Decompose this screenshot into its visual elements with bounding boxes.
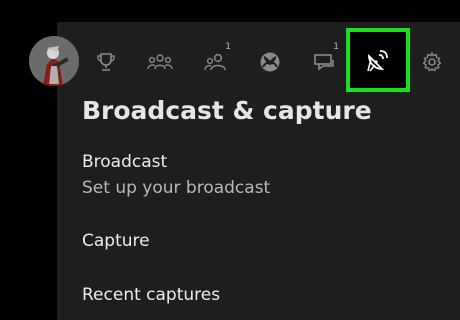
tab-achievements[interactable] bbox=[90, 44, 122, 80]
menu-item-broadcast[interactable]: Broadcast bbox=[82, 152, 167, 172]
avatar-image bbox=[29, 36, 79, 86]
page-title: Broadcast & capture bbox=[82, 96, 372, 125]
tab-broadcast-capture[interactable] bbox=[346, 28, 410, 92]
menu-item-recent-captures[interactable]: Recent captures bbox=[82, 285, 220, 305]
gear-icon bbox=[422, 52, 442, 72]
tab-parties[interactable] bbox=[144, 44, 176, 80]
friends-badge: 1 bbox=[225, 42, 231, 52]
xbox-icon bbox=[260, 52, 280, 72]
messages-badge: 1 bbox=[333, 42, 339, 52]
people-icon bbox=[204, 53, 226, 71]
gamerpic-avatar[interactable] bbox=[29, 36, 79, 86]
menu-item-capture[interactable]: Capture bbox=[82, 231, 150, 251]
menu-item-broadcast-subtitle: Set up your broadcast bbox=[82, 178, 271, 198]
broadcast-icon bbox=[367, 50, 388, 72]
messages-icon bbox=[314, 54, 334, 71]
tab-messages[interactable]: 1 bbox=[308, 42, 340, 80]
screen: 1 1 Broadcast & capture Broadcast Set up… bbox=[0, 0, 460, 320]
tab-settings[interactable] bbox=[416, 44, 448, 80]
trophy-icon bbox=[97, 53, 115, 71]
tab-friends[interactable]: 1 bbox=[200, 42, 232, 80]
tab-home[interactable] bbox=[254, 44, 286, 80]
party-icon bbox=[147, 54, 173, 70]
